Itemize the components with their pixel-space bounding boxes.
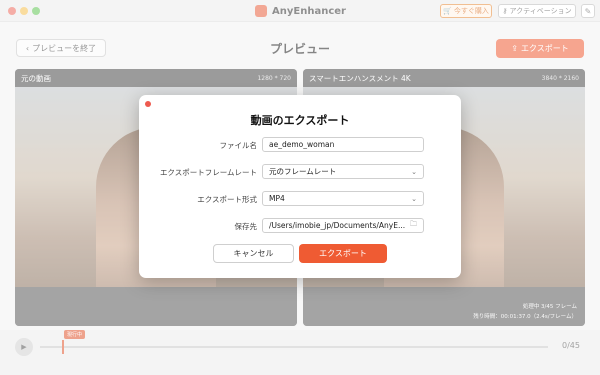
filename-input[interactable]: ae_demo_woman <box>262 137 424 152</box>
framerate-value: 元のフレームレート <box>269 167 337 176</box>
chevron-down-icon: ⌄ <box>411 194 417 203</box>
filename-value: ae_demo_woman <box>269 140 335 149</box>
chevron-down-icon: ⌄ <box>411 167 417 176</box>
framerate-label: エクスポートフレームレート <box>159 168 257 177</box>
dialog-title: 動画のエクスポート <box>250 114 350 127</box>
framerate-select[interactable]: 元のフレームレート ⌄ <box>262 164 424 179</box>
filename-label: ファイル名 <box>219 141 258 150</box>
destination-field[interactable]: /Users/imobie_jp/Documents/AnyE... 🗀 <box>262 218 424 233</box>
destination-value: /Users/imobie_jp/Documents/AnyE... <box>269 221 406 230</box>
cancel-button[interactable]: キャンセル <box>213 244 294 263</box>
format-value: MP4 <box>269 194 285 203</box>
dialog-close-button[interactable] <box>145 101 151 107</box>
format-select[interactable]: MP4 ⌄ <box>262 191 424 206</box>
dialog-export-button[interactable]: エクスポート <box>299 244 387 263</box>
format-label: エクスポート形式 <box>197 195 257 204</box>
destination-label: 保存先 <box>234 222 258 231</box>
folder-icon[interactable]: 🗀 <box>410 220 417 231</box>
export-dialog: 動画のエクスポート ファイル名 ae_demo_woman エクスポートフレーム… <box>139 95 461 278</box>
